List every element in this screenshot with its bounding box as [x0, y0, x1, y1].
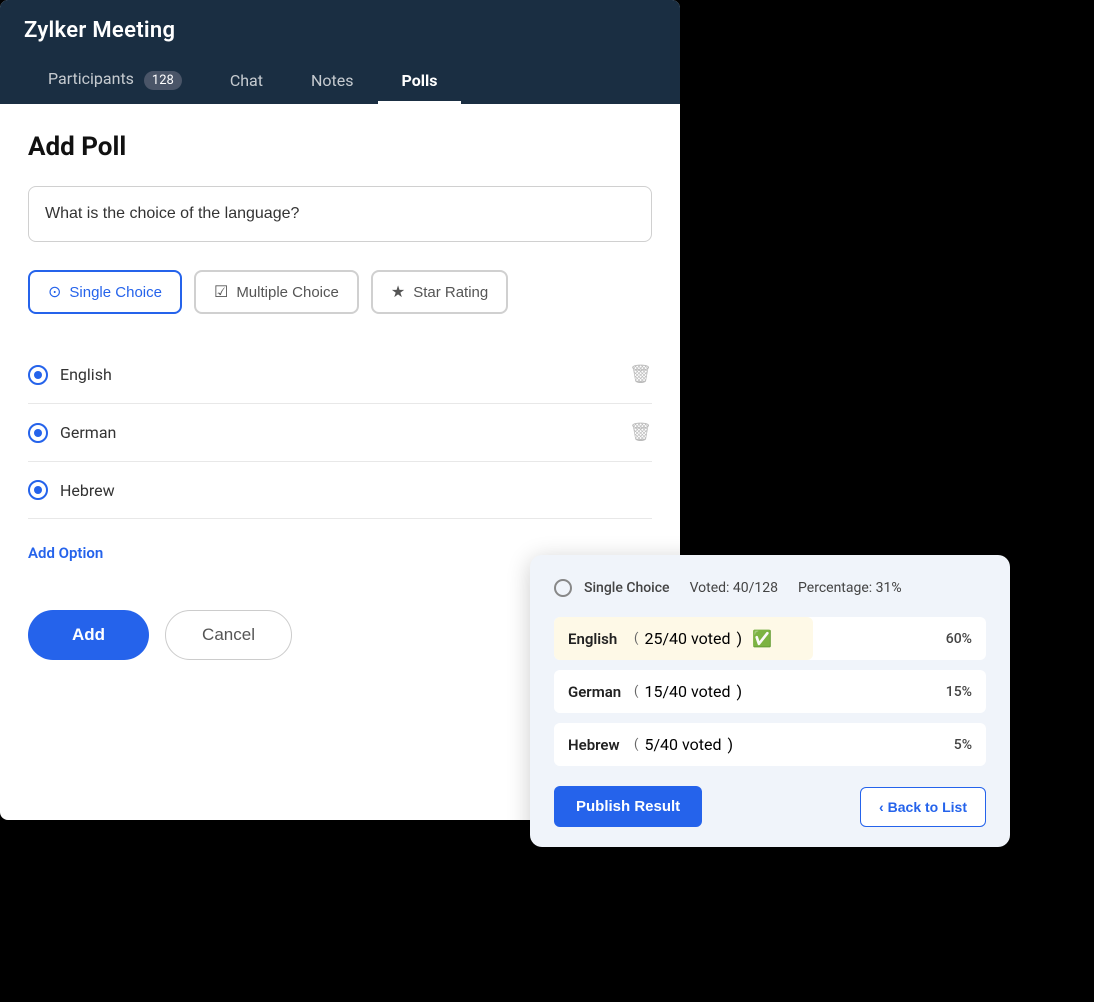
poll-type-multiple[interactable]: ☑ Multiple Choice: [194, 270, 359, 314]
option-label-3: Hebrew: [60, 481, 652, 500]
multiple-choice-icon: ☑: [214, 282, 228, 302]
result-bar-german: German (15/40 voted) 15%: [554, 670, 986, 713]
option-label-2: German: [60, 423, 617, 442]
option-radio-2: [28, 423, 48, 443]
poll-types: ⊙ Single Choice ☑ Multiple Choice ★ Star…: [28, 270, 652, 314]
option-row: German 🗑: [28, 404, 652, 462]
star-rating-icon: ★: [391, 282, 405, 302]
add-button[interactable]: Add: [28, 610, 149, 660]
tab-participants[interactable]: Participants 128: [24, 59, 206, 104]
header: Zylker Meeting Participants 128 Chat Not…: [0, 0, 680, 104]
result-label-hebrew: Hebrew: [568, 736, 628, 754]
delete-option-2[interactable]: 🗑: [629, 422, 652, 443]
tab-polls[interactable]: Polls: [378, 61, 462, 104]
delete-option-1[interactable]: 🗑: [629, 364, 652, 385]
result-votes-english: (: [634, 631, 638, 646]
result-label-english: English: [568, 630, 628, 648]
question-input[interactable]: [28, 186, 652, 242]
result-pct-hebrew: 5%: [954, 737, 972, 753]
add-option-link[interactable]: Add Option: [28, 544, 103, 562]
publish-result-button[interactable]: Publish Result: [554, 786, 702, 827]
tab-notes[interactable]: Notes: [287, 61, 378, 104]
tab-chat[interactable]: Chat: [206, 61, 287, 104]
poll-type-star[interactable]: ★ Star Rating: [371, 270, 508, 314]
app-title: Zylker Meeting: [24, 18, 656, 43]
option-row: Hebrew: [28, 462, 652, 519]
results-panel: Single Choice Voted: 40/128 Percentage: …: [530, 555, 1010, 847]
option-label-1: English: [60, 365, 617, 384]
options-list: English 🗑 German 🗑 Hebrew: [28, 346, 652, 519]
winner-check-icon: ✅: [752, 629, 772, 648]
result-votes-hebrew: (: [634, 737, 638, 752]
participants-badge: 128: [144, 71, 182, 90]
result-pct-english: 60%: [946, 631, 972, 647]
option-radio-1: [28, 365, 48, 385]
result-bar-english: English (25/40 voted) ✅ 60%: [554, 617, 986, 660]
results-header: Single Choice Voted: 40/128 Percentage: …: [554, 579, 986, 597]
poll-type-single[interactable]: ⊙ Single Choice: [28, 270, 182, 314]
page-title: Add Poll: [28, 132, 652, 162]
results-percentage: Percentage: 31%: [798, 580, 902, 596]
option-radio-3: [28, 480, 48, 500]
tabs: Participants 128 Chat Notes Polls: [24, 59, 656, 104]
result-pct-german: 15%: [946, 684, 972, 700]
results-voted: Voted: 40/128: [690, 580, 778, 596]
result-votes-german: (: [634, 684, 638, 699]
result-bars: English (25/40 voted) ✅ 60% German (15/4…: [554, 617, 986, 766]
back-to-list-button[interactable]: ‹ Back to List: [860, 787, 986, 827]
results-footer: Publish Result ‹ Back to List: [554, 786, 986, 827]
back-chevron-icon: ‹: [879, 799, 884, 815]
result-bar-hebrew: Hebrew (5/40 voted) 5%: [554, 723, 986, 766]
results-type-icon: [554, 579, 572, 597]
result-label-german: German: [568, 683, 628, 701]
option-row: English 🗑: [28, 346, 652, 404]
cancel-button[interactable]: Cancel: [165, 610, 292, 660]
single-choice-icon: ⊙: [48, 282, 61, 302]
results-type-label: Single Choice: [584, 580, 670, 596]
